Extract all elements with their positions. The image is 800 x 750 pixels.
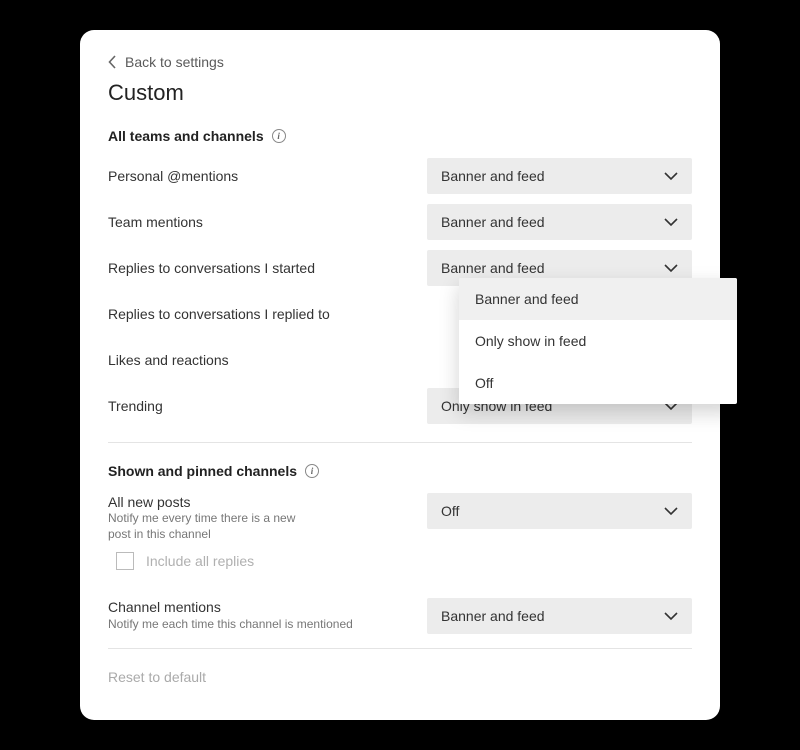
row-label: All new posts bbox=[108, 493, 415, 511]
section-header-teams-channels: All teams and channels i bbox=[108, 128, 692, 144]
settings-panel: Back to settings Custom All teams and ch… bbox=[80, 30, 720, 720]
divider bbox=[108, 442, 692, 443]
select-team-mentions[interactable]: Banner and feed bbox=[427, 204, 692, 240]
chevron-down-icon bbox=[664, 507, 678, 516]
select-value: Banner and feed bbox=[441, 260, 545, 276]
select-value: Banner and feed bbox=[441, 168, 545, 184]
row-label: Personal @mentions bbox=[108, 167, 415, 185]
row-team-mentions: Team mentions Banner and feed bbox=[108, 204, 692, 240]
info-icon[interactable]: i bbox=[305, 464, 319, 478]
select-all-new-posts[interactable]: Off bbox=[427, 493, 692, 529]
row-label: Replies to conversations I replied to bbox=[108, 305, 415, 323]
section-header-label: All teams and channels bbox=[108, 128, 264, 144]
select-personal-mentions[interactable]: Banner and feed bbox=[427, 158, 692, 194]
row-all-new-posts: All new posts Notify me every time there… bbox=[108, 493, 692, 542]
chevron-down-icon bbox=[664, 218, 678, 227]
checkbox[interactable] bbox=[116, 552, 134, 570]
select-channel-mentions[interactable]: Banner and feed bbox=[427, 598, 692, 634]
row-label: Channel mentions bbox=[108, 598, 415, 616]
row-personal-mentions: Personal @mentions Banner and feed bbox=[108, 158, 692, 194]
chevron-down-icon bbox=[664, 172, 678, 181]
dropdown-menu-replies-started: Banner and feed Only show in feed Off bbox=[459, 278, 737, 404]
page-title: Custom bbox=[108, 80, 692, 106]
row-label: Team mentions bbox=[108, 213, 415, 231]
dropdown-item[interactable]: Banner and feed bbox=[459, 278, 737, 320]
dropdown-item[interactable]: Off bbox=[459, 362, 737, 404]
select-value: Off bbox=[441, 503, 459, 519]
row-label: Trending bbox=[108, 397, 415, 415]
checkbox-label: Include all replies bbox=[146, 553, 254, 569]
select-value: Banner and feed bbox=[441, 608, 545, 624]
row-label: Likes and reactions bbox=[108, 351, 415, 369]
dropdown-item[interactable]: Only show in feed bbox=[459, 320, 737, 362]
back-label: Back to settings bbox=[125, 54, 224, 70]
section-header-shown-pinned: Shown and pinned channels i bbox=[108, 463, 692, 479]
chevron-left-icon bbox=[108, 55, 117, 69]
chevron-down-icon bbox=[664, 264, 678, 273]
row-sublabel: Notify me each time this channel is ment… bbox=[108, 617, 368, 633]
back-to-settings-link[interactable]: Back to settings bbox=[108, 54, 224, 70]
row-sublabel: Notify me every time there is a new post… bbox=[108, 511, 308, 542]
chevron-down-icon bbox=[664, 612, 678, 621]
checkbox-row-include-replies[interactable]: Include all replies bbox=[116, 552, 692, 570]
row-label: Replies to conversations I started bbox=[108, 259, 415, 277]
info-icon[interactable]: i bbox=[272, 129, 286, 143]
divider bbox=[108, 648, 692, 649]
select-value: Banner and feed bbox=[441, 214, 545, 230]
row-channel-mentions: Channel mentions Notify me each time thi… bbox=[108, 598, 692, 634]
section-header-label: Shown and pinned channels bbox=[108, 463, 297, 479]
reset-to-default-link[interactable]: Reset to default bbox=[108, 669, 692, 685]
